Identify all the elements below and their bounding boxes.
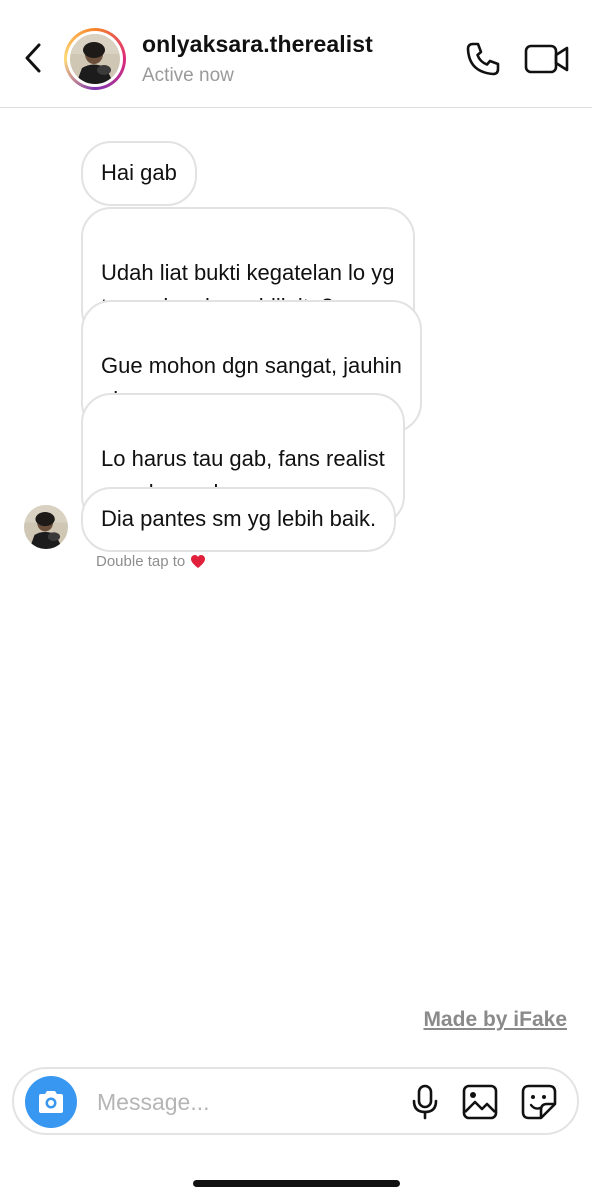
message-input[interactable] bbox=[97, 1085, 377, 1119]
gallery-icon bbox=[462, 1084, 498, 1120]
voice-call-button[interactable] bbox=[464, 40, 502, 78]
video-call-button[interactable] bbox=[524, 42, 570, 76]
message-bubble[interactable]: Hai gab bbox=[81, 141, 197, 206]
message-text: Dia pantes sm yg lebih baik. bbox=[101, 506, 377, 531]
profile-avatar[interactable] bbox=[64, 28, 126, 90]
active-status: Active now bbox=[142, 65, 234, 86]
camera-button[interactable] bbox=[25, 1076, 77, 1128]
home-indicator[interactable] bbox=[193, 1180, 400, 1187]
message-composer bbox=[12, 1067, 579, 1135]
back-chevron-icon bbox=[25, 43, 41, 73]
video-camera-icon bbox=[524, 44, 569, 74]
chat-header: onlyaksara.therealist Active now bbox=[0, 0, 592, 108]
sticker-button[interactable] bbox=[521, 1084, 557, 1120]
chat-username[interactable]: onlyaksara.therealist bbox=[142, 31, 373, 58]
camera-icon bbox=[39, 1091, 63, 1113]
message-bubble[interactable]: Dia pantes sm yg lebih baik. bbox=[81, 487, 397, 552]
heart-icon bbox=[191, 555, 206, 568]
back-button[interactable] bbox=[18, 38, 48, 78]
microphone-icon bbox=[412, 1084, 438, 1120]
sender-avatar[interactable] bbox=[24, 505, 68, 549]
message-text: Hai gab bbox=[101, 160, 177, 185]
avatar-image bbox=[70, 34, 120, 84]
hint-text: Double tap to bbox=[96, 553, 186, 570]
gallery-button[interactable] bbox=[462, 1084, 498, 1120]
avatar-image bbox=[24, 505, 68, 549]
sticker-icon bbox=[521, 1084, 557, 1120]
watermark-link[interactable]: Made by iFake bbox=[423, 1008, 567, 1032]
phone-icon bbox=[466, 42, 500, 76]
voice-message-button[interactable] bbox=[410, 1084, 440, 1120]
double-tap-hint: Double tap to bbox=[96, 553, 206, 570]
